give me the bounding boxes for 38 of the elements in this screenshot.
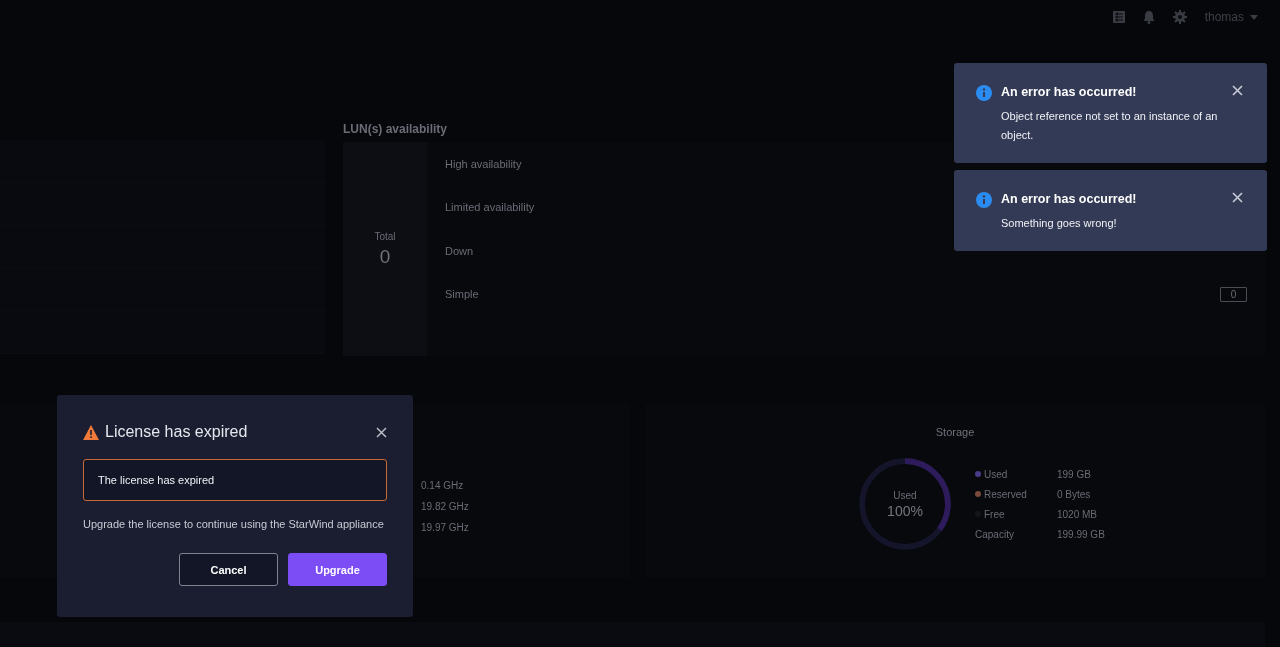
toast-message: Object reference not set to an instance of an object. (1001, 109, 1219, 143)
total-label: Total (374, 230, 396, 242)
row-label: High availability (445, 157, 522, 170)
close-icon[interactable] (1232, 85, 1243, 96)
row-label: Down (445, 244, 474, 257)
alert-text: The license has expired (98, 474, 215, 486)
row-label: Limited availability (445, 201, 535, 214)
legend-label: Used (984, 468, 1008, 480)
caret-icon (1250, 14, 1258, 20)
upgrade-button[interactable]: Upgrade (288, 553, 387, 586)
legend-value: 199.99 GB (1057, 528, 1105, 540)
toast-title: An error has occurred! (1001, 85, 1138, 99)
warning-icon (83, 424, 99, 440)
legend-value: 199 GB (1057, 468, 1091, 480)
section-title: LUN(s) availability (343, 121, 448, 138)
total-value: 0 (379, 245, 391, 268)
cancel-button[interactable]: Cancel (179, 553, 278, 586)
panel-title: Storage (935, 426, 975, 438)
toast-title: An error has occurred! (1001, 192, 1138, 206)
legend-label: Capacity (975, 528, 1014, 540)
legend-value: 1020 MB (1057, 508, 1098, 520)
row-label: Simple (445, 288, 479, 301)
frequency-value: 0.14 GHz (421, 480, 465, 491)
info-icon (976, 192, 992, 208)
close-icon[interactable] (376, 426, 387, 438)
legend-label: Free (984, 508, 1005, 520)
legend-label: Reserved (984, 488, 1027, 500)
legend-value: 0 Bytes (1057, 488, 1091, 500)
dialog-message: Upgrade the license to continue using the StarWind appliance (83, 518, 385, 530)
frequency-value: 19.82 GHz (421, 501, 470, 512)
frequency-value: 19.97 GHz (421, 522, 470, 533)
donut-value: 100% (887, 502, 923, 519)
donut-label: Used (893, 489, 917, 501)
dialog-title: License has expired (105, 423, 249, 441)
close-icon[interactable] (1232, 192, 1243, 203)
count-badge: 0 (1220, 286, 1247, 302)
info-icon (976, 85, 992, 101)
toast-message: Something goes wrong! (1001, 216, 1118, 231)
